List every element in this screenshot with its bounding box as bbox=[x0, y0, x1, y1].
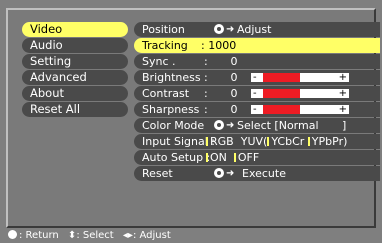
row-auto-setup[interactable]: Auto Setup : ON OFF bbox=[134, 150, 380, 165]
plus-icon: + bbox=[338, 104, 347, 115]
contrast-slider[interactable]: - + bbox=[251, 88, 349, 99]
auto-setup-off[interactable]: OFF bbox=[238, 151, 259, 164]
left-right-arrow-icon: ◂▸ bbox=[122, 230, 133, 241]
minus-icon: - bbox=[253, 72, 257, 83]
menu-item-reset-all[interactable]: Reset All bbox=[22, 102, 128, 117]
brightness-label: Brightness bbox=[142, 71, 201, 84]
sharpness-slider-fill bbox=[263, 105, 300, 114]
row-sharpness[interactable]: Sharpness : 0 - + bbox=[134, 102, 380, 117]
selection-mark-icon bbox=[206, 153, 208, 162]
enter-button-icon bbox=[214, 24, 224, 34]
brightness-slider-fill bbox=[263, 73, 300, 82]
sync-colon: : bbox=[204, 55, 208, 68]
footer-return: : Return bbox=[19, 230, 59, 241]
tracking-label: Tracking bbox=[142, 39, 188, 52]
arrow-right-icon: ➜ bbox=[226, 24, 235, 35]
footer-adjust: : Adjust bbox=[132, 230, 171, 241]
selection-mark-icon bbox=[267, 137, 270, 146]
input-signal-label: Input Signal : bbox=[142, 135, 215, 148]
row-color-mode[interactable]: Color Mode ➜ Select [Normal ] bbox=[134, 118, 380, 133]
menu-item-audio[interactable]: Audio bbox=[22, 38, 128, 53]
position-value: Adjust bbox=[237, 23, 272, 36]
sharpness-label: Sharpness bbox=[142, 103, 200, 116]
minus-icon: - bbox=[253, 88, 257, 99]
row-contrast[interactable]: Contrast : 0 - + bbox=[134, 86, 380, 101]
color-mode-value: Select [Normal bbox=[237, 119, 319, 132]
contrast-value: 0 bbox=[230, 87, 238, 100]
footer-hints: : Return ⬍: Select ◂▸: Adjust bbox=[8, 230, 177, 242]
input-signal-ypbpr[interactable]: YPbPr) bbox=[312, 135, 348, 148]
plus-icon: + bbox=[338, 72, 347, 83]
menu-item-setting[interactable]: Setting bbox=[22, 54, 128, 69]
contrast-slider-fill bbox=[263, 89, 300, 98]
brightness-value: 0 bbox=[230, 71, 238, 84]
row-sync[interactable]: Sync . : 0 bbox=[134, 54, 380, 69]
contrast-colon: : bbox=[204, 87, 208, 100]
enter-button-icon bbox=[214, 120, 224, 130]
footer-select: : Select bbox=[76, 230, 114, 241]
selection-mark-icon bbox=[233, 153, 236, 162]
row-input-signal[interactable]: Input Signal : RGB YUV(YCbCr YPbPr) bbox=[134, 134, 380, 149]
brightness-colon: : bbox=[204, 71, 208, 84]
menu-item-video[interactable]: Video bbox=[22, 22, 128, 37]
selection-mark-icon bbox=[206, 137, 208, 146]
brightness-slider[interactable]: - + bbox=[251, 72, 349, 83]
input-signal-ycbcr[interactable]: YCbCr bbox=[271, 135, 304, 148]
color-mode-label: Color Mode bbox=[142, 119, 205, 132]
video-settings-list: Position ➜ Adjust Tracking : 1000 Sync .… bbox=[134, 22, 380, 182]
auto-setup-options: ON OFF bbox=[206, 150, 259, 165]
reset-value: Execute bbox=[242, 167, 286, 180]
position-label: Position bbox=[142, 23, 185, 36]
projector-osd: Video Audio Setting Advanced About Reset… bbox=[0, 0, 382, 243]
selection-mark-icon bbox=[307, 137, 310, 146]
sharpness-slider[interactable]: - + bbox=[251, 104, 349, 115]
row-position[interactable]: Position ➜ Adjust bbox=[134, 22, 380, 37]
row-tracking[interactable]: Tracking : 1000 bbox=[134, 38, 380, 53]
main-menu: Video Audio Setting Advanced About Reset… bbox=[22, 22, 128, 118]
sharpness-value: 0 bbox=[230, 103, 238, 116]
esc-button-icon bbox=[8, 230, 17, 239]
color-mode-bracket: ] bbox=[342, 119, 347, 132]
plus-icon: + bbox=[338, 88, 347, 99]
input-signal-options: RGB YUV(YCbCr YPbPr) bbox=[206, 134, 347, 149]
reset-label: Reset bbox=[142, 167, 173, 180]
row-reset[interactable]: Reset ➜ Execute bbox=[134, 166, 380, 181]
sharpness-colon: : bbox=[204, 103, 208, 116]
menu-item-about[interactable]: About bbox=[22, 86, 128, 101]
arrow-right-icon: ➜ bbox=[226, 168, 235, 179]
auto-setup-on[interactable]: ON bbox=[210, 151, 227, 164]
tracking-value: : 1000 bbox=[201, 39, 237, 52]
sync-label: Sync . bbox=[142, 55, 176, 68]
contrast-label: Contrast bbox=[142, 87, 190, 100]
row-brightness[interactable]: Brightness : 0 - + bbox=[134, 70, 380, 85]
sync-value: 0 bbox=[230, 55, 238, 68]
enter-button-icon bbox=[214, 168, 224, 178]
input-signal-yuv[interactable]: YUV( bbox=[241, 135, 268, 148]
menu-item-advanced[interactable]: Advanced bbox=[22, 70, 128, 85]
input-signal-rgb[interactable]: RGB bbox=[210, 135, 234, 148]
auto-setup-label: Auto Setup : bbox=[142, 151, 211, 164]
minus-icon: - bbox=[253, 104, 257, 115]
arrow-right-icon: ➜ bbox=[226, 120, 235, 131]
